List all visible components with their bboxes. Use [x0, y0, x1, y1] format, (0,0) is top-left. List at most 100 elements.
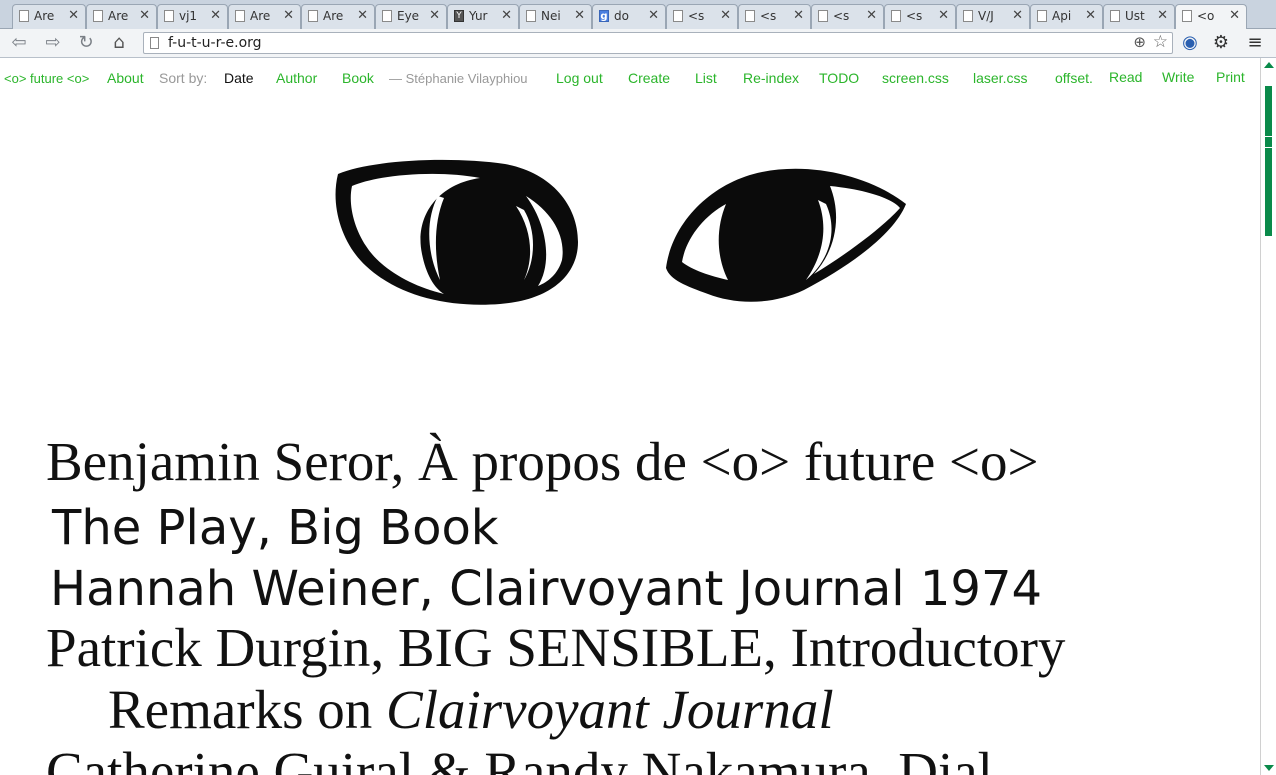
- ycombinator-icon: Y: [454, 10, 464, 22]
- print-link[interactable]: Print: [1216, 69, 1245, 85]
- browser-tab[interactable]: V/J ✕: [956, 4, 1030, 29]
- browser-tab[interactable]: Ust ✕: [1103, 4, 1175, 29]
- page-icon: [19, 10, 29, 22]
- page-icon: [818, 10, 828, 22]
- tab-strip: Are ✕ Are ✕ vj1 ✕ Are ✕ Are ✕ Eye ✕ Y Yur ✕ Nei ✕…: [0, 0, 1276, 30]
- close-tab-icon[interactable]: ✕: [574, 8, 585, 23]
- browser-tab[interactable]: Are ✕: [86, 4, 157, 29]
- close-tab-icon[interactable]: ✕: [648, 8, 659, 23]
- zoom-icon[interactable]: ⊕: [1133, 33, 1146, 51]
- scroll-down-icon[interactable]: [1264, 765, 1274, 771]
- close-tab-icon[interactable]: ✕: [866, 8, 877, 23]
- list-item[interactable]: Benjamin Seror, À propos de <o> future <…: [46, 430, 1039, 493]
- address-bar[interactable]: f-u-t-u-r-e.org ⊕ ☆: [143, 32, 1173, 54]
- browser-tab[interactable]: Are ✕: [228, 4, 301, 29]
- close-tab-icon[interactable]: ✕: [357, 8, 368, 23]
- menu-icon[interactable]: ≡: [1244, 32, 1266, 54]
- page-icon: [235, 10, 245, 22]
- read-link[interactable]: Read: [1109, 69, 1142, 85]
- browser-tab[interactable]: Nei ✕: [519, 4, 592, 29]
- page-icon: [150, 37, 159, 49]
- screen-css-link[interactable]: screen.css: [882, 70, 949, 86]
- create-link[interactable]: Create: [628, 70, 670, 86]
- sort-date-link[interactable]: Date: [224, 70, 254, 86]
- page-icon: [963, 10, 973, 22]
- page-viewport: <o> future <o> About Sort by: Date Autho…: [0, 58, 1260, 775]
- browser-tab[interactable]: <s ✕: [884, 4, 956, 29]
- scrollbar-thumb[interactable]: [1265, 86, 1272, 236]
- close-tab-icon[interactable]: ✕: [139, 8, 150, 23]
- close-tab-icon[interactable]: ✕: [1012, 8, 1023, 23]
- right-eye: [666, 168, 906, 302]
- page-icon: [745, 10, 755, 22]
- list-item-italic: Clairvoyant Journal: [386, 679, 834, 740]
- page-icon: [308, 10, 318, 22]
- page-icon: [164, 10, 174, 22]
- reload-icon[interactable]: ↻: [75, 32, 97, 54]
- close-tab-icon[interactable]: ✕: [429, 8, 440, 23]
- url-text[interactable]: f-u-t-u-r-e.org: [168, 35, 262, 51]
- write-link[interactable]: Write: [1162, 69, 1194, 85]
- sort-author-link[interactable]: Author: [276, 70, 317, 86]
- nav-site-link[interactable]: <o> future <o>: [4, 71, 89, 86]
- browser-tab[interactable]: g do ✕: [592, 4, 666, 29]
- left-eye: [335, 159, 578, 305]
- scroll-up-icon[interactable]: [1264, 62, 1274, 68]
- star-icon[interactable]: ☆: [1153, 32, 1168, 52]
- offset-link[interactable]: offset.: [1055, 70, 1093, 86]
- close-tab-icon[interactable]: ✕: [283, 8, 294, 23]
- laser-css-link[interactable]: laser.css: [973, 70, 1027, 86]
- todo-link[interactable]: TODO: [819, 70, 859, 86]
- close-tab-icon[interactable]: ✕: [1157, 8, 1168, 23]
- close-tab-icon[interactable]: ✕: [1229, 8, 1240, 23]
- list-item[interactable]: The Play, Big Book: [52, 500, 499, 556]
- back-icon[interactable]: ⇦: [8, 32, 30, 54]
- list-item[interactable]: Catherine Guiral & Randy Nakamura, Dial: [46, 740, 993, 775]
- browser-tab[interactable]: Eye ✕: [375, 4, 447, 29]
- gear-icon[interactable]: ⚙: [1210, 32, 1232, 54]
- scrollbar-grip: [1265, 136, 1272, 148]
- list-link[interactable]: List: [695, 70, 717, 86]
- close-tab-icon[interactable]: ✕: [501, 8, 512, 23]
- browser-tab[interactable]: vj1 ✕: [157, 4, 228, 29]
- reindex-link[interactable]: Re-index: [743, 70, 799, 86]
- page-icon: [891, 10, 901, 22]
- eyes-illustration: [335, 159, 906, 305]
- nav-about-link[interactable]: About: [107, 70, 144, 86]
- close-tab-icon[interactable]: ✕: [1085, 8, 1096, 23]
- home-icon[interactable]: ⌂: [108, 32, 130, 54]
- close-tab-icon[interactable]: ✕: [938, 8, 949, 23]
- browser-tab[interactable]: Are ✕: [12, 4, 86, 29]
- site-navigation: <o> future <o> About Sort by: Date Autho…: [0, 69, 1260, 90]
- browser-tab[interactable]: <s ✕: [738, 4, 811, 29]
- sort-book-link[interactable]: Book: [342, 70, 374, 86]
- page-icon: [382, 10, 392, 22]
- logout-link[interactable]: Log out: [556, 70, 603, 86]
- list-item[interactable]: Patrick Durgin, BIG SENSIBLE, Introducto…: [46, 616, 1065, 679]
- page-icon: [93, 10, 103, 22]
- browser-tab[interactable]: <s ✕: [666, 4, 738, 29]
- page-icon: [526, 10, 536, 22]
- browser-tab[interactable]: <s ✕: [811, 4, 884, 29]
- close-tab-icon[interactable]: ✕: [68, 8, 79, 23]
- page-icon: [673, 10, 683, 22]
- google-icon: g: [599, 10, 609, 22]
- list-item[interactable]: Hannah Weiner, Clairvoyant Journal 1974: [50, 561, 1042, 617]
- browser-tab-active[interactable]: <o ✕: [1175, 4, 1247, 30]
- globe-icon[interactable]: ◉: [1179, 32, 1201, 54]
- browser-tab[interactable]: Api ✕: [1030, 4, 1103, 29]
- browser-tab[interactable]: Y Yur ✕: [447, 4, 519, 29]
- browser-tab[interactable]: Are ✕: [301, 4, 375, 29]
- list-item-continuation[interactable]: Remarks on Clairvoyant Journal: [108, 678, 834, 741]
- close-tab-icon[interactable]: ✕: [793, 8, 804, 23]
- page-icon: [1037, 10, 1047, 22]
- list-item-text: Remarks on: [108, 679, 387, 740]
- close-tab-icon[interactable]: ✕: [210, 8, 221, 23]
- page-icon: [1182, 10, 1192, 22]
- sort-by-label: Sort by:: [159, 70, 208, 86]
- page-icon: [1110, 10, 1120, 22]
- user-name: — Stéphanie Vilayphiou: [389, 71, 528, 86]
- vertical-scrollbar[interactable]: [1260, 58, 1276, 775]
- forward-icon[interactable]: ⇨: [42, 32, 64, 54]
- close-tab-icon[interactable]: ✕: [720, 8, 731, 23]
